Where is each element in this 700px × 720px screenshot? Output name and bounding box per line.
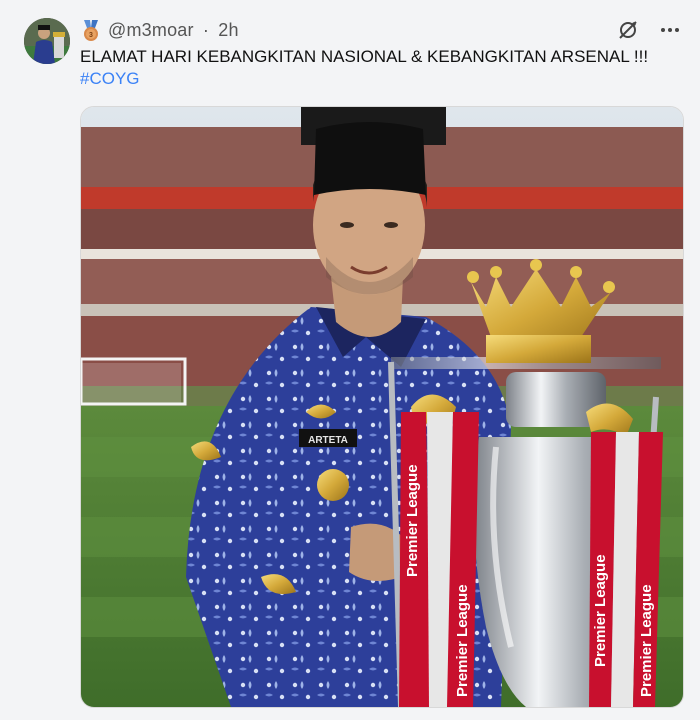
post-actions — [616, 18, 682, 42]
user-handle[interactable]: @m3moar — [108, 20, 194, 40]
ribbon-text: Premier League — [638, 584, 655, 697]
post-body: ELAMAT HARI KEBANGKITAN NASIONAL & KEBAN… — [80, 46, 670, 90]
post-image[interactable]: ARTETA Premier League Premier League Pre… — [80, 106, 684, 708]
more-icon[interactable] — [658, 18, 682, 42]
hide-icon[interactable] — [616, 18, 640, 42]
medal-icon: 3 — [81, 20, 101, 42]
hashtag-link[interactable]: #COYG — [80, 68, 670, 90]
post-header: @m3moar · 2h — [108, 20, 239, 41]
ribbon-text: Premier League — [404, 464, 421, 577]
ribbon-text: Premier League — [592, 554, 609, 667]
ribbon-text: Premier League — [454, 584, 471, 697]
name-tag: ARTETA — [308, 435, 348, 446]
svg-text:3: 3 — [89, 32, 93, 39]
post-time[interactable]: 2h — [218, 20, 238, 40]
separator: · — [202, 20, 210, 40]
post-text: ELAMAT HARI KEBANGKITAN NASIONAL & KEBAN… — [80, 47, 649, 66]
user-avatar[interactable] — [24, 18, 70, 64]
post-card: 3 @m3moar · 2h ELAMAT HARI KEBANGKITAN N… — [0, 0, 700, 720]
